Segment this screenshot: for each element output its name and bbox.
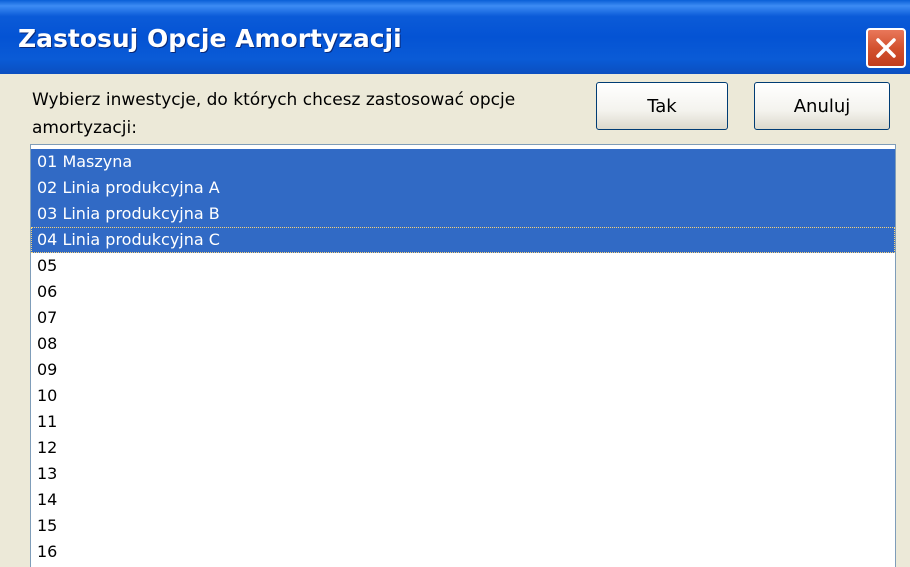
close-button[interactable] [866, 28, 906, 68]
list-item[interactable]: 03 Linia produkcyjna B [31, 201, 895, 227]
list-item[interactable]: 13 [31, 461, 895, 487]
list-item[interactable]: 09 [31, 357, 895, 383]
list-item[interactable]: 10 [31, 383, 895, 409]
ok-button[interactable]: Tak [596, 82, 728, 130]
list-item[interactable]: 08 [31, 331, 895, 357]
list-item[interactable]: 02 Linia produkcyjna A [31, 175, 895, 201]
dialog-title: Zastosuj Opcje Amortyzacji [18, 24, 402, 53]
title-bar[interactable]: Zastosuj Opcje Amortyzacji [0, 0, 910, 74]
list-item[interactable]: 07 [31, 305, 895, 331]
dialog-window: Zastosuj Opcje Amortyzacji Wybierz inwes… [0, 0, 910, 567]
list-item[interactable]: 16 [31, 539, 895, 565]
close-icon [876, 38, 896, 58]
cancel-button[interactable]: Anuluj [754, 82, 890, 130]
list-item[interactable]: 06 [31, 279, 895, 305]
list-item[interactable]: 12 [31, 435, 895, 461]
list-item[interactable]: 05 [31, 253, 895, 279]
list-item[interactable]: 15 [31, 513, 895, 539]
list-item[interactable]: 11 [31, 409, 895, 435]
instruction-label: Wybierz inwestycje, do których chcesz za… [32, 90, 516, 138]
list-item[interactable]: 14 [31, 487, 895, 513]
list-item[interactable]: 01 Maszyna [31, 149, 895, 175]
investment-listbox[interactable]: 01 Maszyna 02 Linia produkcyjna A 03 Linia… [30, 144, 896, 567]
list-item[interactable]: 04 Linia produkcyjna C [31, 227, 895, 253]
